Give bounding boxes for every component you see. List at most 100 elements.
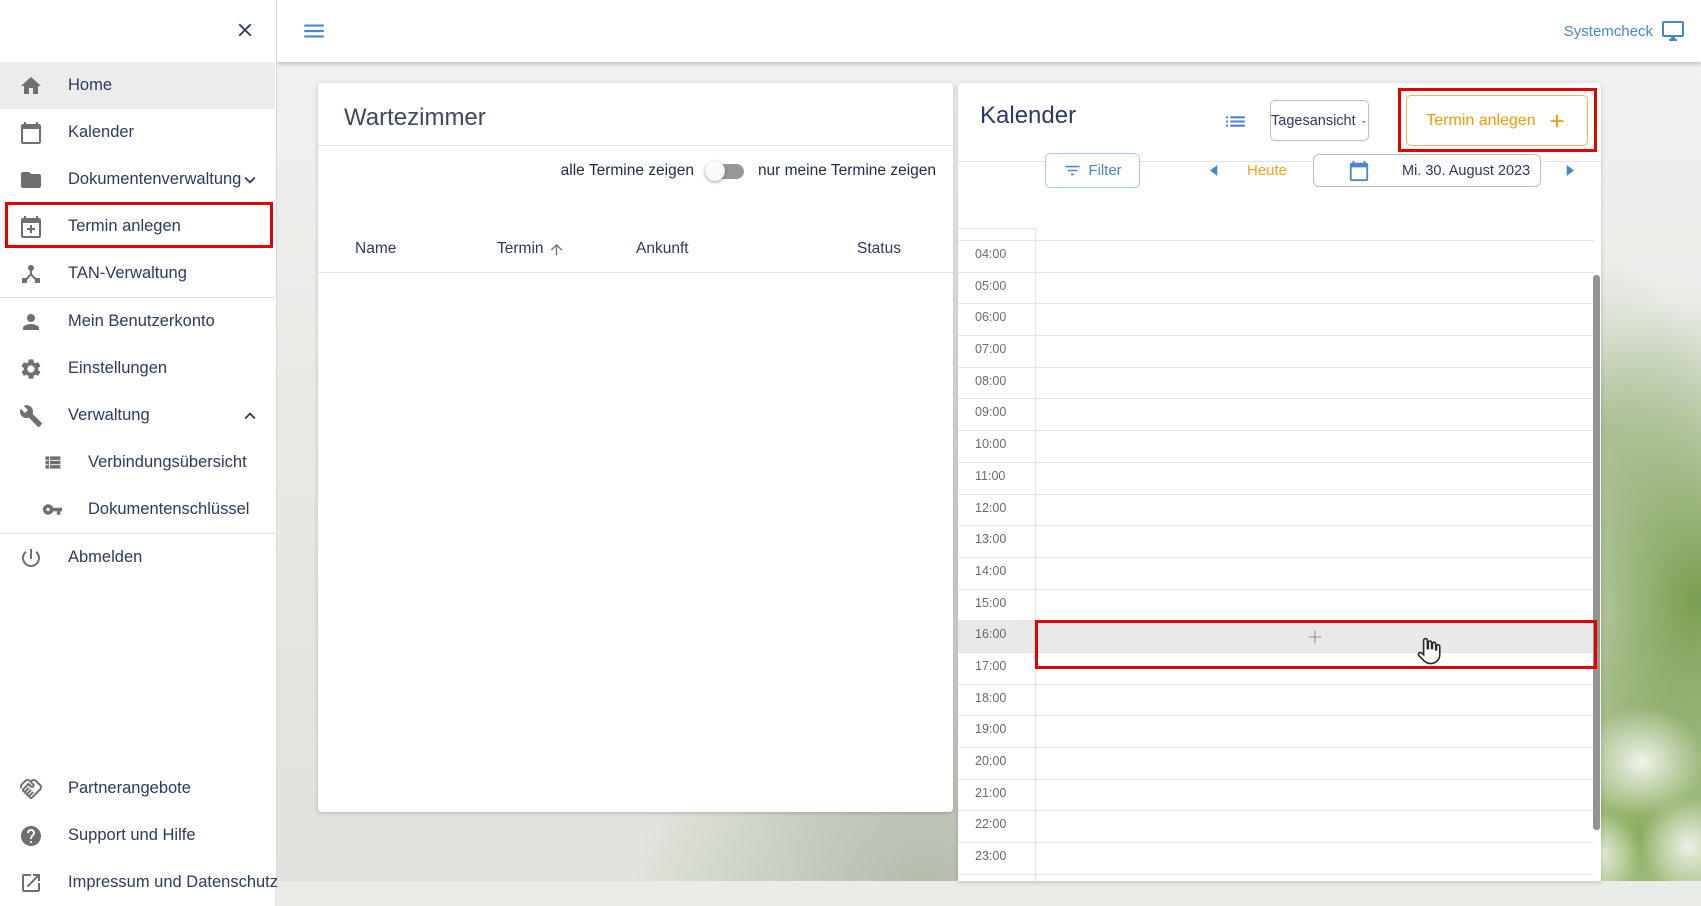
calendar-slot[interactable]: [1035, 367, 1594, 399]
calendar-slot[interactable]: [1035, 557, 1594, 589]
calendar-slot[interactable]: [1035, 842, 1594, 874]
filter-button[interactable]: Filter: [1045, 153, 1140, 188]
time-label: 07:00: [958, 335, 1035, 367]
sidebar-item-home[interactable]: Home: [0, 62, 275, 109]
sidebar-item-kalender[interactable]: Kalender: [0, 109, 275, 156]
time-label: 08:00: [958, 367, 1035, 399]
sidebar-item-termin-anlegen[interactable]: Termin anlegen: [0, 203, 275, 250]
calendar-slot[interactable]: [1035, 272, 1594, 304]
top-bar: Systemcheck: [277, 0, 1701, 62]
gear-icon: [19, 357, 43, 381]
time-label: 16:00: [958, 620, 1035, 652]
calendar-slot[interactable]: [1035, 620, 1594, 652]
termin-anlegen-button[interactable]: Termin anlegen: [1406, 95, 1588, 146]
calendar-slot[interactable]: [1035, 462, 1594, 494]
calendar-scrollbar[interactable]: [1593, 275, 1600, 830]
sidebar-item-verwaltung[interactable]: Verwaltung: [0, 392, 275, 439]
time-label: [958, 874, 1035, 906]
current-date-label: Mi. 30. August 2023: [1402, 163, 1530, 179]
wartezimmer-title: Wartezimmer: [318, 83, 953, 132]
calendar-slot[interactable]: [1035, 430, 1594, 462]
calendar-hour-row-selected[interactable]: 16:00: [958, 620, 1601, 652]
column-header-ankunft[interactable]: Ankunft: [636, 240, 689, 258]
calendar-hour-row[interactable]: 13:00: [958, 525, 1601, 557]
previous-day-arrow-icon[interactable]: [1205, 161, 1224, 180]
calendar-hour-row[interactable]: 10:00: [958, 430, 1601, 462]
calendar-hour-row[interactable]: 06:00: [958, 303, 1601, 335]
calendar-slot[interactable]: [1035, 747, 1594, 779]
calendar-hour-row[interactable]: 04:00: [958, 240, 1601, 272]
calendar-hour-row: [958, 874, 1601, 906]
sidebar-item-partnerangebote[interactable]: Partnerangebote: [0, 765, 275, 812]
column-header-name[interactable]: Name: [355, 240, 396, 258]
home-icon: [19, 74, 43, 98]
calendar-hour-row[interactable]: 15:00: [958, 589, 1601, 621]
calendar-icon: [1348, 160, 1370, 182]
sidebar-item-dokumentenverwaltung[interactable]: Dokumentenverwaltung: [0, 156, 275, 203]
kalender-panel: Kalender Tagesansicht Termin anlegen Fil…: [958, 83, 1601, 881]
sidebar-item-support-und-hilfe[interactable]: Support und Hilfe: [0, 812, 275, 859]
sidebar-item-label: Verwaltung: [68, 406, 150, 425]
calendar-slot[interactable]: [1035, 240, 1594, 272]
sidebar-item-impressum[interactable]: Impressum und Datenschutz: [0, 859, 275, 906]
view-select-button[interactable]: Tagesansicht: [1270, 100, 1369, 141]
toggle-label-left: alle Termine zeigen: [561, 162, 694, 180]
time-label: 06:00: [958, 303, 1035, 335]
calendar-slot[interactable]: [1035, 589, 1594, 621]
calendar-hour-row[interactable]: 09:00: [958, 398, 1601, 430]
calendar-slot[interactable]: [1035, 810, 1594, 842]
calendar-slot[interactable]: [1035, 494, 1594, 526]
date-picker-button[interactable]: Mi. 30. August 2023: [1313, 154, 1541, 187]
dropdown-caret-icon: [1359, 113, 1368, 131]
column-header-status[interactable]: Status: [857, 240, 901, 258]
column-header-termin[interactable]: Termin: [497, 240, 565, 258]
hamburger-menu-icon[interactable]: [301, 18, 327, 44]
time-label: 04:00: [958, 240, 1035, 272]
calendar-hour-row[interactable]: 14:00: [958, 557, 1601, 589]
calendar-hour-row[interactable]: 08:00: [958, 367, 1601, 399]
calendar-slot[interactable]: [1035, 303, 1594, 335]
list-view-icon[interactable]: [1223, 109, 1248, 134]
calendar-slot[interactable]: [1035, 335, 1594, 367]
sidebar-item-verbindungsuebersicht[interactable]: Verbindungsübersicht: [0, 439, 275, 486]
next-day-arrow-icon[interactable]: [1560, 161, 1579, 180]
time-label: 22:00: [958, 810, 1035, 842]
calendar-slot[interactable]: [1035, 398, 1594, 430]
calendar-hour-row[interactable]: 07:00: [958, 335, 1601, 367]
sidebar-item-label: Home: [68, 76, 112, 95]
calendar-slot[interactable]: [1035, 684, 1594, 716]
calendar-hour-row[interactable]: 19:00: [958, 715, 1601, 747]
calendar-hour-row[interactable]: 20:00: [958, 747, 1601, 779]
time-label: 18:00: [958, 684, 1035, 716]
systemcheck-button[interactable]: Systemcheck: [1564, 19, 1685, 43]
calendar-hour-row[interactable]: 21:00: [958, 779, 1601, 811]
time-label: 20:00: [958, 747, 1035, 779]
calendar-hour-row[interactable]: 11:00: [958, 462, 1601, 494]
calendar-hour-row[interactable]: 17:00: [958, 652, 1601, 684]
column-header-label: Termin: [497, 240, 544, 258]
termine-toggle[interactable]: [708, 164, 744, 179]
sidebar-item-abmelden[interactable]: Abmelden: [0, 534, 275, 581]
handshake-icon: [19, 777, 43, 801]
calendar-slot[interactable]: [1035, 525, 1594, 557]
wrench-icon: [19, 404, 43, 428]
calendar-hour-row[interactable]: 05:00: [958, 272, 1601, 304]
calendar-slot[interactable]: [1035, 779, 1594, 811]
sidebar-nav: Home KalenderDokumentenverwaltungTermin a…: [0, 62, 275, 581]
sidebar-item-mein-benutzerkonto[interactable]: Mein Benutzerkonto: [0, 298, 275, 345]
close-icon[interactable]: [234, 19, 256, 41]
heute-button[interactable]: Heute: [1247, 162, 1287, 179]
plus-thin-icon: [1304, 626, 1326, 648]
monitor-icon: [1661, 19, 1685, 43]
sidebar-item-dokumentenschluessel[interactable]: Dokumentenschlüssel: [0, 486, 275, 533]
column-header-label: Status: [857, 240, 901, 258]
calendar-hour-row[interactable]: 18:00: [958, 684, 1601, 716]
calendar-hour-row[interactable]: 22:00: [958, 810, 1601, 842]
calendar-slot[interactable]: [1035, 652, 1594, 684]
sidebar-item-tan-verwaltung[interactable]: TAN-Verwaltung: [0, 250, 275, 297]
time-label: 10:00: [958, 430, 1035, 462]
calendar-slot[interactable]: [1035, 715, 1594, 747]
calendar-hour-row[interactable]: 23:00: [958, 842, 1601, 874]
calendar-hour-row[interactable]: 12:00: [958, 494, 1601, 526]
sidebar-item-einstellungen[interactable]: Einstellungen: [0, 345, 275, 392]
